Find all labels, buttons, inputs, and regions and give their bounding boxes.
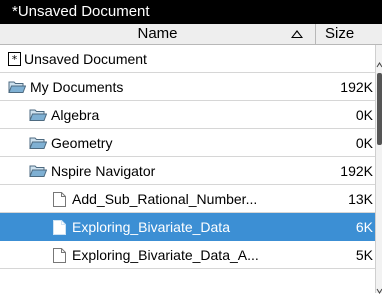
window-title: *Unsaved Document <box>0 0 382 24</box>
list-item-size: 0K <box>355 107 373 123</box>
folder-open-icon <box>29 164 48 181</box>
document-icon <box>53 220 66 238</box>
list-item-geometry[interactable]: Geometry 0K <box>0 129 375 157</box>
document-icon <box>53 192 66 210</box>
list-item-label: Geometry <box>51 135 113 151</box>
list-item-exploring-bivariate-data[interactable]: Exploring_Bivariate_Data 6K <box>0 213 375 241</box>
list-item-size: 5K <box>355 247 373 263</box>
list-item-label: Exploring_Bivariate_Data_A... <box>72 247 259 263</box>
size-column-label: Size <box>325 25 355 42</box>
list-item-unsaved-document[interactable]: * Unsaved Document <box>0 45 375 73</box>
document-star-icon: * <box>8 52 21 69</box>
size-column-header[interactable]: Size <box>316 24 370 44</box>
list-item-label: Add_Sub_Rational_Number... <box>72 191 258 207</box>
name-column-label: Name <box>137 25 178 42</box>
scroll-down-arrow-icon[interactable] <box>376 283 382 294</box>
scroll-up-arrow-icon[interactable] <box>376 57 382 68</box>
sort-ascending-icon <box>291 30 303 38</box>
list-item-size: 13K <box>348 191 373 207</box>
svg-text:*: * <box>12 53 18 66</box>
folder-open-icon <box>8 80 27 97</box>
name-column-header[interactable]: Name <box>0 24 316 44</box>
list-item-size: 192K <box>340 163 373 179</box>
list-item-label: Unsaved Document <box>24 51 147 67</box>
list-item-algebra[interactable]: Algebra 0K <box>0 101 375 129</box>
list-item-label: Algebra <box>51 107 100 123</box>
vertical-scrollbar[interactable] <box>375 45 382 294</box>
folder-open-icon <box>29 136 48 153</box>
list-item-size: 6K <box>355 219 373 235</box>
list-item-label: Nspire Navigator <box>51 163 156 179</box>
file-list: * Unsaved Document My Documents 192K Alg… <box>0 45 375 293</box>
document-icon <box>53 248 66 266</box>
list-item-size: 192K <box>340 79 373 95</box>
list-item-add-sub-rational[interactable]: Add_Sub_Rational_Number... 13K <box>0 185 375 213</box>
column-header: Name Size <box>0 24 382 45</box>
list-item-nspire-navigator[interactable]: Nspire Navigator 192K <box>0 157 375 185</box>
list-item-exploring-bivariate-data-a[interactable]: Exploring_Bivariate_Data_A... 5K <box>0 241 375 269</box>
folder-open-icon <box>29 108 48 125</box>
list-item-my-documents[interactable]: My Documents 192K <box>0 73 375 101</box>
list-item-label: My Documents <box>30 79 124 95</box>
list-item-label: Exploring_Bivariate_Data <box>72 219 230 235</box>
scrollbar-thumb[interactable] <box>377 73 382 145</box>
list-item-size: 0K <box>355 135 373 151</box>
